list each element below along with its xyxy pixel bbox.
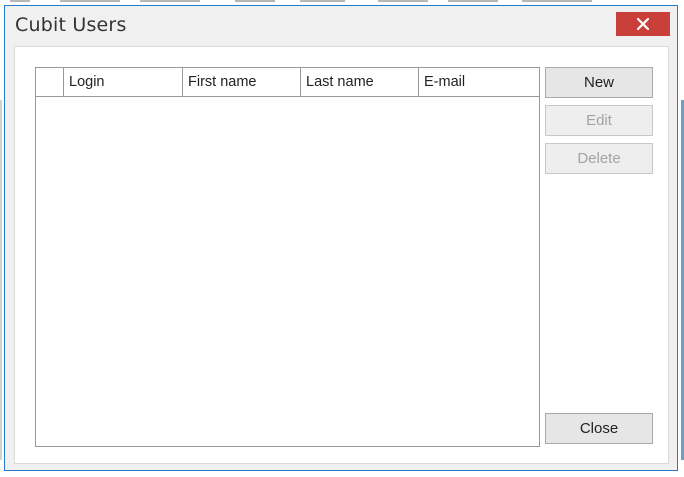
row-selector-header[interactable]	[36, 68, 64, 96]
close-button[interactable]: Close	[545, 413, 653, 444]
new-button[interactable]: New	[545, 67, 653, 98]
column-header-first-name[interactable]: First name	[183, 68, 301, 96]
window-close-button[interactable]	[616, 12, 670, 36]
background-window-edge	[0, 100, 2, 460]
dialog-client-area: Login First name Last name E-mail New Ed…	[14, 46, 669, 464]
title-bar[interactable]: Cubit Users	[5, 6, 677, 46]
window-title: Cubit Users	[15, 14, 127, 36]
column-header-email[interactable]: E-mail	[419, 68, 539, 96]
background-menu-marks	[0, 0, 684, 4]
users-grid[interactable]: Login First name Last name E-mail	[35, 67, 540, 447]
column-header-last-name[interactable]: Last name	[301, 68, 419, 96]
column-header-login[interactable]: Login	[64, 68, 183, 96]
close-icon	[637, 18, 649, 30]
users-dialog: Cubit Users Login First name Last name E…	[4, 5, 678, 471]
grid-body[interactable]	[36, 97, 539, 446]
edit-button[interactable]: Edit	[545, 105, 653, 136]
grid-header: Login First name Last name E-mail	[36, 68, 539, 97]
delete-button[interactable]: Delete	[545, 143, 653, 174]
